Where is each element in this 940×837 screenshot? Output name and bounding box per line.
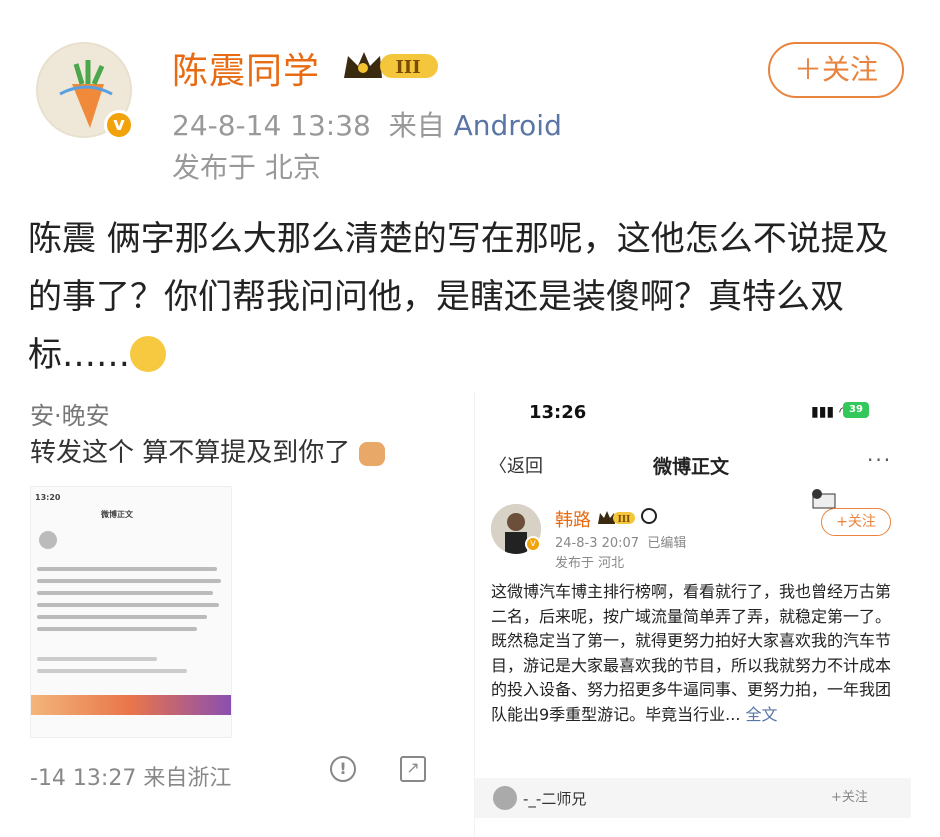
- panda-icon: [641, 508, 657, 524]
- left-screenshot-username: 安·晚安: [30, 402, 110, 430]
- author-name[interactable]: 陈震同学: [172, 42, 320, 94]
- level-badge-text: III: [618, 515, 631, 525]
- level-crown-icon: III: [597, 510, 637, 526]
- nested-mini-screenshot: 13:20 微博正文: [30, 486, 232, 738]
- more-button[interactable]: ···: [867, 448, 892, 472]
- source-prefix: 来自: [388, 109, 445, 142]
- level-badge-text: III: [395, 57, 420, 78]
- verified-badge-icon: v: [104, 110, 134, 140]
- edited-label: 已编辑: [647, 536, 687, 551]
- left-screenshot-text: 转发这个 算不算提及到你了: [30, 432, 385, 469]
- post-source-link[interactable]: Android: [454, 109, 562, 142]
- right-embedded-screenshot[interactable]: 13:26 ▮▮▮ ◠ 39 〈返回 微博正文 ··· v 韩路 III 24-…: [474, 392, 911, 837]
- mini-status-time: 13:20: [35, 493, 61, 502]
- mini-comment-line: [37, 657, 157, 661]
- left-screenshot-text-content: 转发这个 算不算提及到你了: [30, 438, 351, 468]
- screen-title: 微博正文: [653, 456, 730, 478]
- post-meta: 24-8-3 20:07 已编辑: [555, 532, 686, 551]
- status-time: 13:26: [529, 402, 587, 423]
- left-embedded-screenshot[interactable]: 安·晚安 转发这个 算不算提及到你了 13:20 微博正文 -14 13:27 …: [30, 392, 460, 802]
- author-name[interactable]: 韩路: [555, 506, 591, 532]
- mini-banner: [31, 695, 231, 715]
- post-timestamp: 24-8-14 13:38: [172, 109, 371, 142]
- post-body: 这微博汽车博主排行榜啊，看看就行了，我也曾经万古第二名，后来呢，按广域流量简单弄…: [491, 580, 899, 727]
- mini-text-line: [37, 615, 207, 619]
- mini-text-line: [37, 579, 221, 583]
- commenter-avatar[interactable]: [493, 786, 517, 810]
- post-location: 发布于 北京: [172, 151, 321, 184]
- post-meta: 24-8-14 13:38 来自 Android: [172, 104, 562, 144]
- back-button[interactable]: 〈返回: [489, 452, 543, 478]
- level-crown-icon: III: [342, 48, 442, 84]
- sticker-icon: [807, 488, 841, 510]
- mini-text-line: [37, 591, 213, 595]
- left-screenshot-footer: -14 13:27 来自浙江: [30, 766, 232, 791]
- mini-comment-line: [37, 669, 187, 673]
- battery-icon: 39: [843, 402, 869, 418]
- follow-button[interactable]: +关注: [821, 508, 891, 536]
- post-location: 发布于 河北: [555, 556, 625, 571]
- mini-title: 微博正文: [101, 510, 133, 519]
- commenter-name[interactable]: -_-二师兄: [523, 788, 586, 809]
- cat-emoji-icon: [358, 441, 385, 466]
- post-body-text: 这微博汽车博主排行榜啊，看看就行了，我也曾经万古第二名，后来呢，按广域流量简单弄…: [491, 582, 892, 724]
- share-icon[interactable]: ↗: [400, 756, 426, 782]
- shush-face-emoji-icon: [130, 335, 166, 372]
- commenter-follow-button[interactable]: +关注: [831, 786, 868, 805]
- post-body: 陈震 俩字那么大那么清楚的写在那呢，这他怎么不说提及的事了？你们帮我问问他，是瞎…: [28, 210, 918, 384]
- post-timestamp: 24-8-3 20:07: [555, 536, 640, 551]
- follow-button[interactable]: ＋关注: [768, 42, 904, 98]
- verified-badge-icon: v: [525, 536, 541, 552]
- mini-avatar: [39, 531, 57, 549]
- mini-text-line: [37, 567, 217, 571]
- mini-text-line: [37, 603, 219, 607]
- mini-text-line: [37, 627, 197, 631]
- full-text-link[interactable]: 全文: [746, 705, 778, 724]
- warning-icon[interactable]: !: [330, 756, 356, 782]
